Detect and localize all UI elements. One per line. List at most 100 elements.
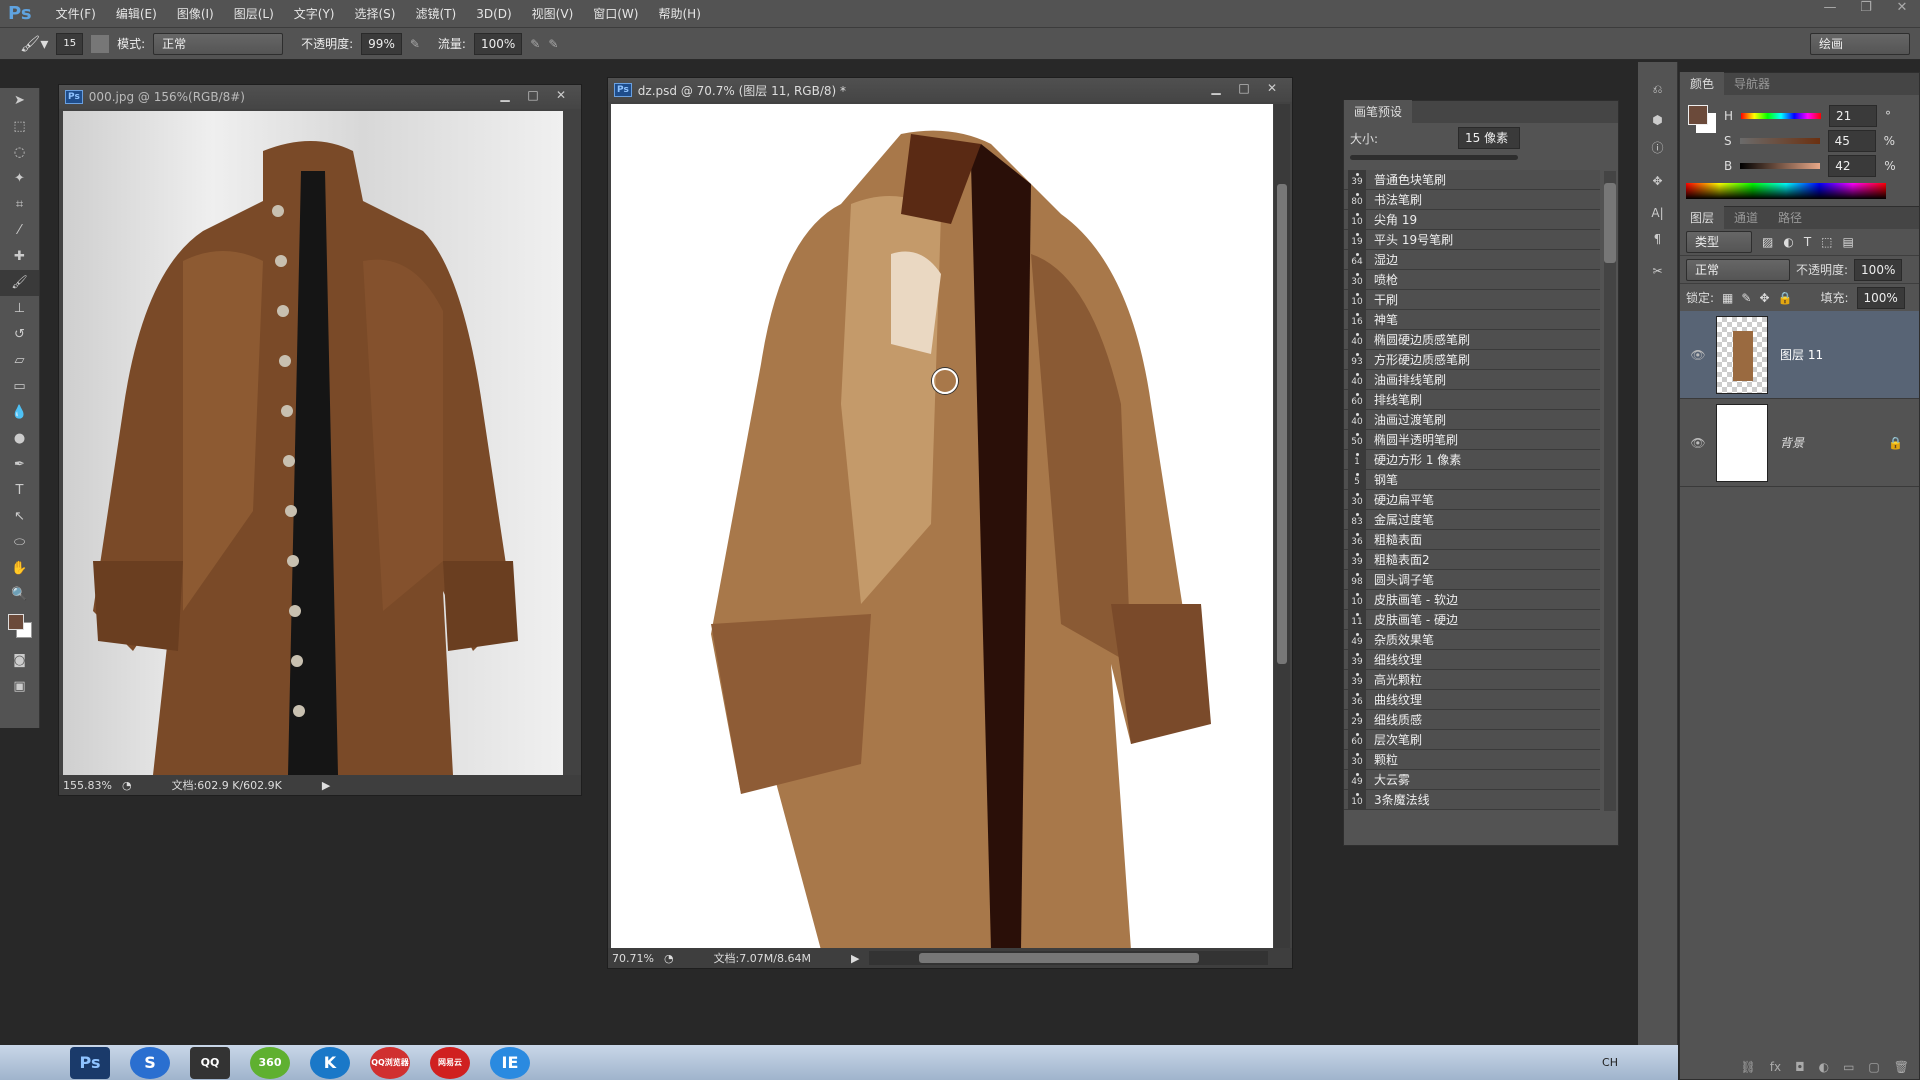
horizontal-scrollbar[interactable]	[869, 951, 1268, 965]
marquee-tool-icon[interactable]: ⬚	[0, 114, 39, 140]
brush-tool-icon[interactable]: 🖌	[0, 270, 39, 296]
blur-tool-icon[interactable]: 💧	[0, 400, 39, 426]
brush-preset-item[interactable]: 98 圆头调子笔	[1344, 570, 1600, 590]
pressure-opacity-icon[interactable]: ✎	[410, 37, 420, 51]
link-layers-icon[interactable]: ⛓	[1741, 1060, 1756, 1074]
taskbar-netease-music[interactable]: 网易云	[430, 1046, 470, 1079]
tab-color[interactable]: 颜色	[1680, 72, 1725, 95]
size-value-input[interactable]: 15 像素	[1458, 127, 1521, 149]
tab-layers[interactable]: 图层	[1680, 206, 1725, 229]
filter-pixel-icon[interactable]: ▨	[1762, 235, 1773, 249]
brush-preset-item[interactable]: 30 硬边扁平笔	[1344, 490, 1600, 510]
layer-filter-select[interactable]: 类型	[1686, 231, 1752, 253]
history-icon[interactable]: ⎌	[1638, 82, 1677, 97]
delete-layer-icon[interactable]: 🗑	[1894, 1060, 1909, 1074]
doc-close-button[interactable]: ✕	[547, 88, 575, 106]
mode-select[interactable]: 正常	[153, 32, 284, 55]
lock-transparency-icon[interactable]: ▦	[1722, 291, 1733, 305]
menu-view[interactable]: 视图(V)	[522, 5, 584, 22]
brush-preset-item[interactable]: 39 普通色块笔刷	[1344, 170, 1600, 190]
brush-preset-item[interactable]: 30 喷枪	[1344, 270, 1600, 290]
menu-image[interactable]: 图像(I)	[167, 5, 224, 22]
doc-minimize-button[interactable]: ▁	[1202, 81, 1230, 99]
visibility-eye-icon[interactable]: 👁	[1680, 348, 1716, 362]
tab-navigator[interactable]: 导航器	[1724, 72, 1780, 95]
brush-preset-item[interactable]: 49 大云雾	[1344, 770, 1600, 790]
visibility-eye-icon[interactable]: 👁	[1680, 436, 1716, 450]
menu-edit[interactable]: 编辑(E)	[106, 5, 167, 22]
workspace-select[interactable]: 绘画	[1810, 33, 1910, 55]
saturation-slider[interactable]	[1739, 137, 1820, 144]
brush-preset-item[interactable]: 60 层次笔刷	[1344, 730, 1600, 750]
brush-preset-item[interactable]: 40 油画排线笔刷	[1344, 370, 1600, 390]
size-slider[interactable]	[1350, 155, 1518, 160]
brush-preset-item[interactable]: 83 金属过度笔	[1344, 510, 1600, 530]
brush-preset-item[interactable]: 19 平头 19号笔刷	[1344, 230, 1600, 250]
brush-preset-item[interactable]: 10 尖角 19	[1344, 210, 1600, 230]
type-tool-icon[interactable]: T	[0, 478, 39, 504]
brush-preset-item[interactable]: 5 钢笔	[1344, 470, 1600, 490]
add-mask-icon[interactable]: ◘	[1795, 1060, 1805, 1074]
doc-close-button[interactable]: ✕	[1258, 81, 1286, 99]
brush-list-scrollbar[interactable]	[1604, 171, 1616, 811]
tab-brush-presets[interactable]: 画笔预设	[1344, 100, 1413, 123]
document-titlebar[interactable]: Ps dz.psd @ 70.7% (图层 11, RGB/8) *	[608, 78, 1292, 102]
move-tool-icon[interactable]: ➤	[0, 88, 39, 114]
brush-preset-item[interactable]: 64 湿边	[1344, 250, 1600, 270]
reference-photo[interactable]	[63, 111, 563, 775]
flow-input[interactable]: 100%	[473, 32, 523, 55]
brush-preset-item[interactable]: 10 干刷	[1344, 290, 1600, 310]
airbrush-icon[interactable]: ✎	[530, 37, 540, 51]
new-group-icon[interactable]: ▭	[1843, 1060, 1854, 1074]
doc-maximize-button[interactable]: □	[1230, 81, 1258, 99]
path-select-tool-icon[interactable]: ↖	[0, 504, 39, 530]
brush-preset-item[interactable]: 36 粗糙表面	[1344, 530, 1600, 550]
gradient-tool-icon[interactable]: ▭	[0, 374, 39, 400]
quick-mask-icon[interactable]: ◙	[0, 648, 39, 674]
history-brush-tool-icon[interactable]: ↺	[0, 322, 39, 348]
crop-tool-icon[interactable]: ⌗	[0, 192, 39, 218]
status-menu-arrow-icon[interactable]: ▶	[322, 779, 330, 792]
hue-slider[interactable]	[1741, 112, 1822, 119]
taskbar-qq-browser[interactable]: QQ浏览器	[370, 1046, 410, 1079]
filter-type-icon[interactable]: T	[1804, 235, 1811, 249]
screen-mode-icon[interactable]: ▣	[0, 674, 39, 700]
quick-select-tool-icon[interactable]: ✦	[0, 166, 39, 192]
brush-tool-icon[interactable]: 🖌▾	[20, 34, 48, 53]
color-swatches[interactable]	[0, 608, 39, 648]
eyedropper-tool-icon[interactable]: ⁄	[0, 218, 39, 244]
hand-tool-icon[interactable]: ✋	[0, 556, 39, 582]
tab-paths[interactable]: 路径	[1768, 206, 1812, 229]
close-button[interactable]: ✕	[1884, 0, 1920, 20]
character-icon[interactable]: A|	[1638, 206, 1677, 220]
brush-preset-item[interactable]: 50 椭圆半透明笔刷	[1344, 430, 1600, 450]
brush-preset-item[interactable]: 39 细线纹理	[1344, 650, 1600, 670]
input-language[interactable]: CH	[1602, 1056, 1618, 1069]
blend-mode-select[interactable]: 正常	[1686, 258, 1790, 281]
brush-presets-icon[interactable]: ✥	[1638, 174, 1677, 188]
paragraph-icon[interactable]: ¶	[1638, 232, 1677, 246]
color-spectrum-ramp[interactable]	[1686, 183, 1886, 199]
filter-adjustment-icon[interactable]: ◐	[1783, 235, 1793, 249]
menu-filter[interactable]: 滤镜(T)	[405, 5, 466, 22]
brush-preset-item[interactable]: 39 高光颗粒	[1344, 670, 1600, 690]
ellipse-tool-icon[interactable]: ⬭	[0, 530, 39, 556]
status-menu-arrow-icon[interactable]: ▶	[851, 952, 859, 965]
menu-help[interactable]: 帮助(H)	[648, 5, 710, 22]
brush-preset-item[interactable]: 40 椭圆硬边质感笔刷	[1344, 330, 1600, 350]
lock-pixels-icon[interactable]: ✎	[1741, 291, 1751, 305]
menu-select[interactable]: 选择(S)	[345, 5, 406, 22]
layer-row-layer-11[interactable]: 👁 图层 11	[1680, 311, 1919, 399]
foreground-color-swatch[interactable]	[1688, 105, 1708, 125]
layer-opacity-input[interactable]: 100%	[1854, 258, 1903, 281]
brush-preset-item[interactable]: 16 神笔	[1344, 310, 1600, 330]
lasso-tool-icon[interactable]: ◌	[0, 140, 39, 166]
taskbar-ie[interactable]: IE	[490, 1046, 530, 1079]
brush-preset-item[interactable]: 10 3条魔法线	[1344, 790, 1600, 810]
fill-input[interactable]: 100%	[1856, 286, 1905, 309]
brush-size-picker[interactable]: 15	[56, 32, 84, 55]
zoom-tool-icon[interactable]: 🔍	[0, 582, 39, 608]
hue-input[interactable]: 21	[1829, 104, 1878, 127]
taskbar-photoshop[interactable]: Ps	[70, 1046, 110, 1079]
doc-minimize-button[interactable]: ▁	[491, 88, 519, 106]
